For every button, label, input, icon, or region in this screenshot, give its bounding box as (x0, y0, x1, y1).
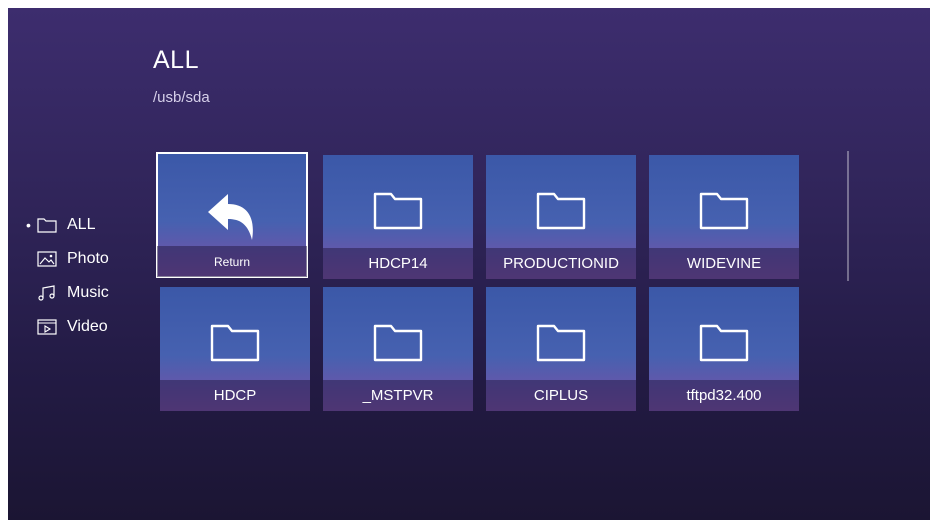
folder-tile[interactable]: _MSTPVR (323, 287, 473, 411)
sidebar-item-label: Photo (67, 250, 109, 267)
tile-label: tftpd32.400 (649, 380, 799, 411)
folder-icon (323, 190, 473, 238)
folder-icon (323, 322, 473, 370)
folder-icon (486, 190, 636, 238)
sidebar-item-video[interactable]: Video (26, 310, 109, 344)
current-path: /usb/sda (153, 89, 210, 106)
sidebar-item-label: Video (67, 318, 108, 335)
sidebar: • ALL Photo Music Video (26, 208, 109, 344)
folder-tile[interactable]: HDCP14 (323, 155, 473, 279)
folder-tile[interactable]: HDCP (160, 287, 310, 411)
page-title: ALL (153, 46, 199, 74)
tile-label: HDCP (160, 380, 310, 411)
sidebar-item-label: ALL (67, 216, 96, 233)
folder-tile[interactable]: tftpd32.400 (649, 287, 799, 411)
media-browser-screen: ALL /usb/sda • ALL Photo Music Video Ret… (8, 8, 930, 520)
sidebar-item-all[interactable]: • ALL (26, 208, 109, 242)
tile-label: CIPLUS (486, 380, 636, 411)
return-tile[interactable]: Return (156, 152, 308, 278)
photo-icon (36, 250, 58, 268)
active-indicator: • (26, 217, 31, 233)
tile-label: HDCP14 (323, 248, 473, 279)
scrollbar[interactable] (847, 151, 849, 281)
folder-icon (649, 322, 799, 370)
tile-label: PRODUCTIONID (486, 248, 636, 279)
folder-icon (649, 190, 799, 238)
return-arrow-icon (157, 188, 307, 240)
music-icon (36, 284, 58, 302)
folder-icon (36, 216, 58, 234)
sidebar-item-music[interactable]: Music (26, 276, 109, 310)
folder-tile[interactable]: CIPLUS (486, 287, 636, 411)
folder-icon (160, 322, 310, 370)
tile-label: Return (157, 246, 307, 277)
video-icon (36, 318, 58, 336)
folder-tile[interactable]: PRODUCTIONID (486, 155, 636, 279)
tile-label: WIDEVINE (649, 248, 799, 279)
sidebar-item-label: Music (67, 284, 109, 301)
folder-icon (486, 322, 636, 370)
folder-tile[interactable]: WIDEVINE (649, 155, 799, 279)
tile-label: _MSTPVR (323, 380, 473, 411)
sidebar-item-photo[interactable]: Photo (26, 242, 109, 276)
